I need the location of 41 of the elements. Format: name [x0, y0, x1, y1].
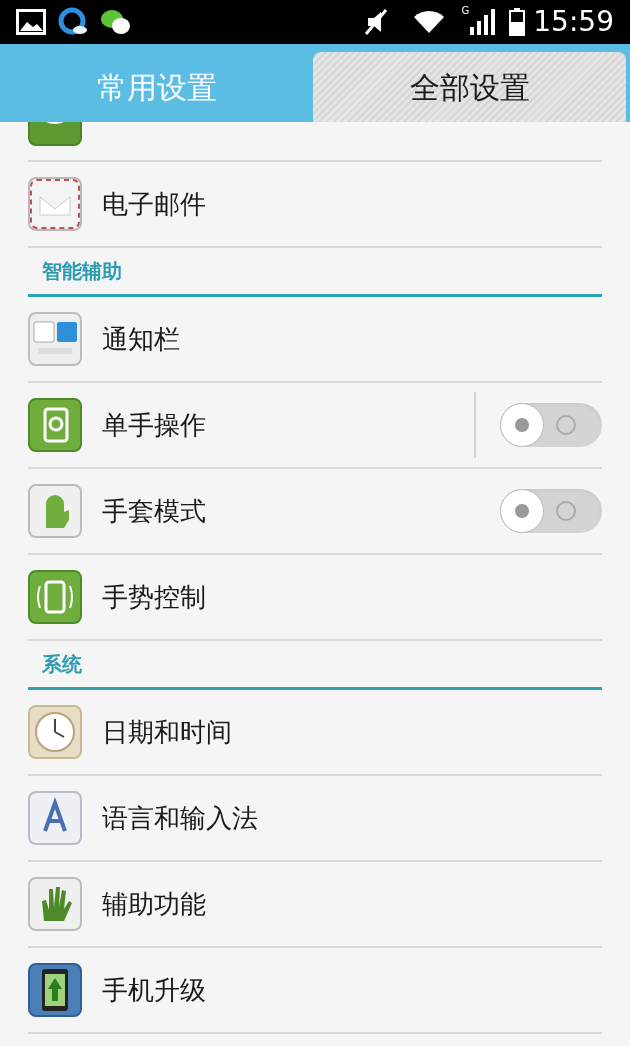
settings-row[interactable]: 手套模式: [28, 469, 602, 555]
glove-icon: [28, 484, 82, 538]
settings-row[interactable]: 手势控制: [28, 555, 602, 641]
settings-label: 手势控制: [102, 580, 207, 614]
onehand-icon: [28, 398, 82, 452]
settings-row[interactable]: 辅助功能: [28, 862, 602, 948]
settings-row[interactable]: 通知栏: [28, 297, 602, 383]
image-icon: [16, 9, 46, 35]
notify-icon: [28, 312, 82, 366]
settings-row[interactable]: 日期和时间: [28, 690, 602, 776]
battery-icon: [509, 8, 526, 36]
section-header: 智能辅助: [41, 258, 122, 285]
settings-label: 语言和输入法: [102, 801, 259, 835]
muted-icon: [363, 8, 390, 36]
chat-app-icon: [100, 8, 132, 36]
settings-label: 通知栏: [102, 322, 181, 356]
settings-label: 手机升级: [102, 973, 207, 1007]
settings-row[interactable]: 单手操作: [28, 383, 602, 469]
section-header: 系统: [41, 651, 82, 678]
settings-label: 电子邮件: [102, 187, 207, 221]
settings-label: 辅助功能: [102, 887, 207, 921]
signal-icon: [469, 9, 496, 35]
cloud-app-icon: [58, 7, 88, 37]
wifi-icon: [411, 9, 446, 35]
mail-icon: [28, 177, 82, 231]
language-icon: [28, 791, 82, 845]
toggle-switch[interactable]: [500, 489, 602, 533]
toggle-switch[interactable]: [500, 403, 602, 447]
network-type: G: [461, 6, 470, 16]
settings-label: 手套模式: [102, 494, 207, 528]
clock-icon: [28, 705, 82, 759]
settings-row[interactable]: 语言和输入法: [28, 776, 602, 862]
settings-row[interactable]: 手机升级: [28, 948, 602, 1034]
settings-label: 单手操作: [102, 408, 207, 442]
tab[interactable]: 全部设置: [313, 52, 626, 122]
gesture-icon: [28, 570, 82, 624]
update-icon: [28, 963, 82, 1017]
settings-label: 日期和时间: [102, 715, 233, 749]
clock-time: 15:59: [533, 8, 614, 36]
settings-row[interactable]: 电子邮件: [28, 162, 602, 248]
hand-icon: [28, 877, 82, 931]
